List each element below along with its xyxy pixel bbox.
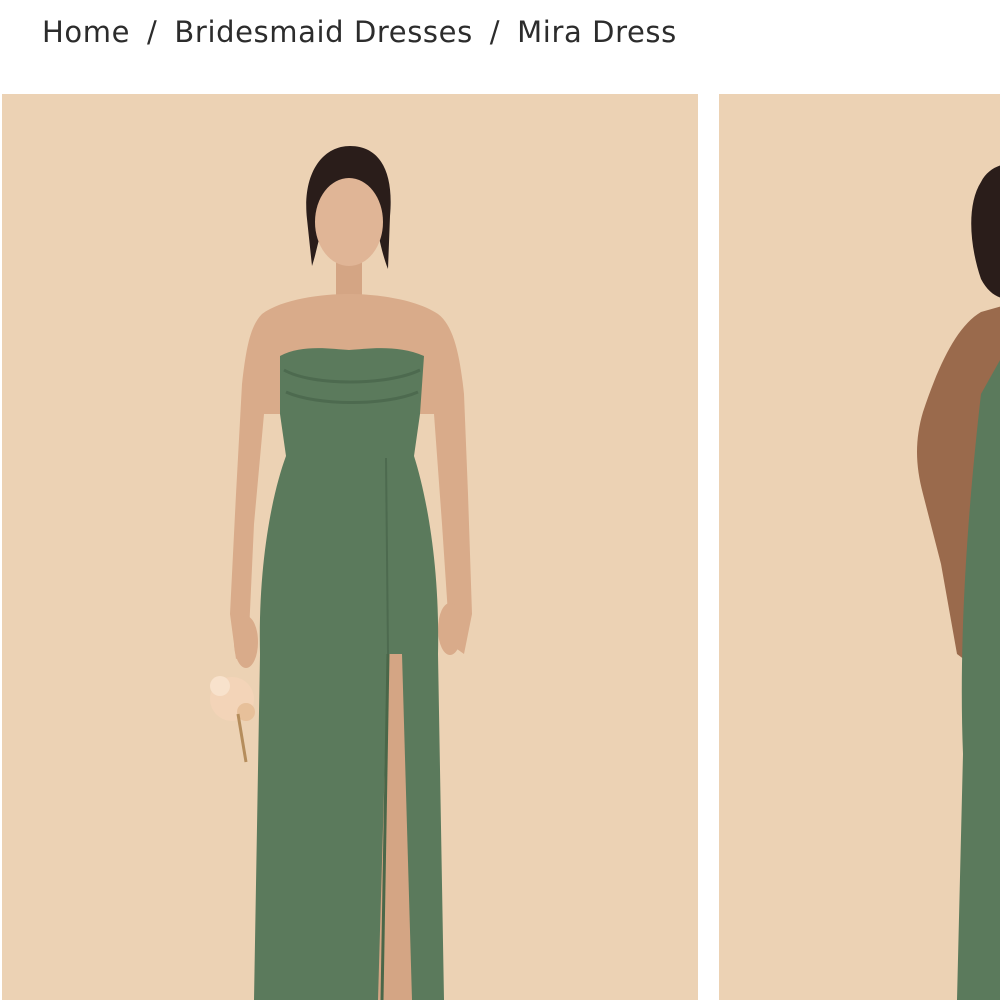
product-image-main[interactable] <box>2 94 698 1000</box>
model-front-illustration <box>2 94 698 1000</box>
breadcrumb-current-page: Mira Dress <box>517 15 677 49</box>
breadcrumb-separator: / <box>147 15 158 49</box>
product-image-gallery <box>0 94 1000 1000</box>
product-image-secondary[interactable] <box>719 94 1000 1000</box>
model-side-illustration <box>719 94 1000 1000</box>
breadcrumb-home-link[interactable]: Home <box>42 15 130 49</box>
breadcrumb-bridesmaid-dresses-link[interactable]: Bridesmaid Dresses <box>174 15 472 49</box>
breadcrumb: Home / Bridesmaid Dresses / Mira Dress <box>42 10 677 54</box>
breadcrumb-separator: / <box>489 15 501 49</box>
